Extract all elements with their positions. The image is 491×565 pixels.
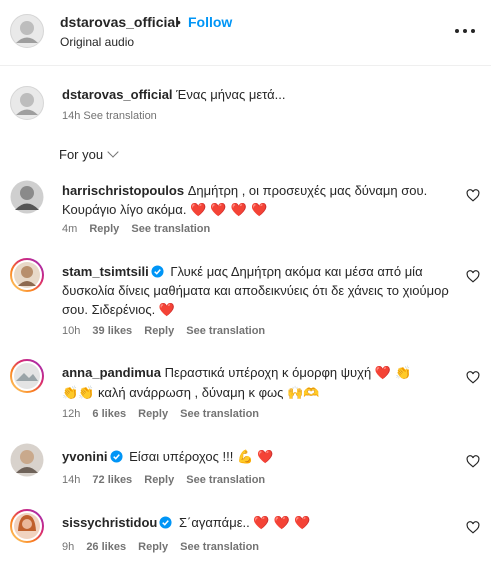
reply-button[interactable]: Reply bbox=[144, 474, 174, 486]
avatar[interactable] bbox=[10, 359, 44, 393]
comment-body: yvonini Είσαι υπέροχος !!! 💪 ❤️ bbox=[62, 447, 458, 467]
chevron-down-icon bbox=[107, 146, 119, 158]
comment-emoji: 🙌🫶 bbox=[287, 386, 320, 401]
avatar[interactable] bbox=[10, 14, 44, 48]
comment-sort-dropdown[interactable]: For you bbox=[59, 146, 119, 162]
likes-count[interactable]: 26 likes bbox=[86, 541, 126, 553]
post-author-username[interactable]: dstarovas_official bbox=[60, 14, 179, 30]
see-translation-link[interactable]: See translation bbox=[186, 474, 265, 486]
caption-username[interactable]: dstarovas_official bbox=[62, 87, 173, 102]
likes-count[interactable]: 72 likes bbox=[92, 474, 132, 486]
verified-badge-icon bbox=[151, 265, 164, 278]
heart-outline-icon[interactable] bbox=[466, 521, 480, 534]
comment-meta: 9h 26 likes Reply See translation bbox=[62, 541, 268, 553]
comment-meta: 14h 72 likes Reply See translation bbox=[62, 474, 274, 486]
see-translation-link[interactable]: See translation bbox=[83, 110, 156, 122]
comment-emoji: 💪 ❤️ bbox=[236, 450, 274, 465]
avatar[interactable] bbox=[10, 180, 44, 214]
comment-text: Σ΄αγαπάμε.. bbox=[179, 515, 250, 530]
avatar[interactable] bbox=[10, 443, 44, 477]
comment-username[interactable]: harrischristopoulos bbox=[62, 183, 184, 198]
avatar[interactable] bbox=[10, 86, 44, 120]
heart-outline-icon[interactable] bbox=[466, 455, 480, 468]
comment-emoji: ❤️ ❤️ ❤️ ❤️ bbox=[190, 203, 268, 218]
comment-username[interactable]: anna_pandimua bbox=[62, 365, 161, 380]
post-header: dstarovas_official • Follow Original aud… bbox=[0, 0, 491, 66]
comment-username[interactable]: sissychristidou bbox=[62, 515, 157, 530]
post-caption: dstarovas_official Ένας μήνας μετά... 14… bbox=[0, 80, 491, 130]
more-options-button[interactable] bbox=[455, 26, 475, 36]
comment-text: Είσαι υπέροχος !!! bbox=[129, 449, 234, 464]
comment-emoji: 👏👏 bbox=[62, 386, 95, 401]
follow-button[interactable]: Follow bbox=[188, 14, 232, 30]
heart-outline-icon[interactable] bbox=[466, 371, 480, 384]
more-dot bbox=[463, 29, 467, 33]
comment-emoji: ❤️ ❤️ ❤️ bbox=[253, 516, 311, 531]
comment-text: καλή ανάρρωση , δύναμη κ φως bbox=[98, 385, 284, 400]
comment-meta: 12h 6 likes Reply See translation bbox=[62, 408, 268, 420]
comment-emoji: ❤️ bbox=[158, 303, 176, 318]
comment-body: sissychristidou Σ΄αγαπάμε.. ❤️ ❤️ ❤️ bbox=[62, 513, 458, 533]
avatar[interactable] bbox=[10, 509, 44, 543]
reply-button[interactable]: Reply bbox=[89, 223, 119, 235]
timestamp[interactable]: 4m bbox=[62, 223, 77, 235]
verified-badge-icon bbox=[109, 450, 123, 463]
reply-button[interactable]: Reply bbox=[138, 408, 168, 420]
comment-username[interactable]: yvonini bbox=[62, 449, 108, 464]
heart-outline-icon[interactable] bbox=[466, 270, 480, 283]
see-translation-link[interactable]: See translation bbox=[180, 408, 259, 420]
timestamp[interactable]: 14h bbox=[62, 474, 80, 486]
comment-body: stam_tsimtsili Γλυκέ μας Δημήτρη ακόμα κ… bbox=[62, 262, 458, 320]
caption-text: dstarovas_official Ένας μήνας μετά... bbox=[62, 87, 285, 102]
comment-body: anna_pandimua Περαστικά υπέροχη κ όμορφη… bbox=[62, 363, 458, 403]
separator-dot: • bbox=[176, 14, 181, 30]
see-translation-link[interactable]: See translation bbox=[180, 541, 259, 553]
more-horizontal-icon bbox=[455, 29, 459, 33]
timestamp[interactable]: 9h bbox=[62, 541, 74, 553]
see-translation-link[interactable]: See translation bbox=[186, 325, 265, 337]
comment-meta: 4m Reply See translation bbox=[62, 223, 219, 235]
timestamp[interactable]: 14h bbox=[62, 110, 80, 122]
reply-button[interactable]: Reply bbox=[144, 325, 174, 337]
sort-label: For you bbox=[59, 147, 104, 162]
caption-body: Ένας μήνας μετά... bbox=[176, 87, 286, 102]
caption-meta: 14h See translation bbox=[62, 110, 157, 122]
comment-text: Περαστικά υπέροχη κ όμορφη ψυχή bbox=[164, 365, 372, 380]
reply-button[interactable]: Reply bbox=[138, 541, 168, 553]
more-dot bbox=[471, 29, 475, 33]
comment-body: harrischristopoulos Δημήτρη , οι προσευχ… bbox=[62, 181, 458, 220]
comment-meta: 10h 39 likes Reply See translation bbox=[62, 325, 274, 337]
verified-badge-icon bbox=[159, 516, 172, 529]
likes-count[interactable]: 6 likes bbox=[92, 408, 126, 420]
comment-username[interactable]: stam_tsimtsili bbox=[62, 264, 149, 279]
see-translation-link[interactable]: See translation bbox=[131, 223, 210, 235]
avatar[interactable] bbox=[10, 258, 44, 292]
audio-label[interactable]: Original audio bbox=[60, 35, 134, 49]
heart-outline-icon[interactable] bbox=[466, 189, 480, 202]
timestamp[interactable]: 12h bbox=[62, 408, 80, 420]
timestamp[interactable]: 10h bbox=[62, 325, 80, 337]
likes-count[interactable]: 39 likes bbox=[92, 325, 132, 337]
comment-emoji: ❤️ 👏 bbox=[374, 366, 412, 381]
